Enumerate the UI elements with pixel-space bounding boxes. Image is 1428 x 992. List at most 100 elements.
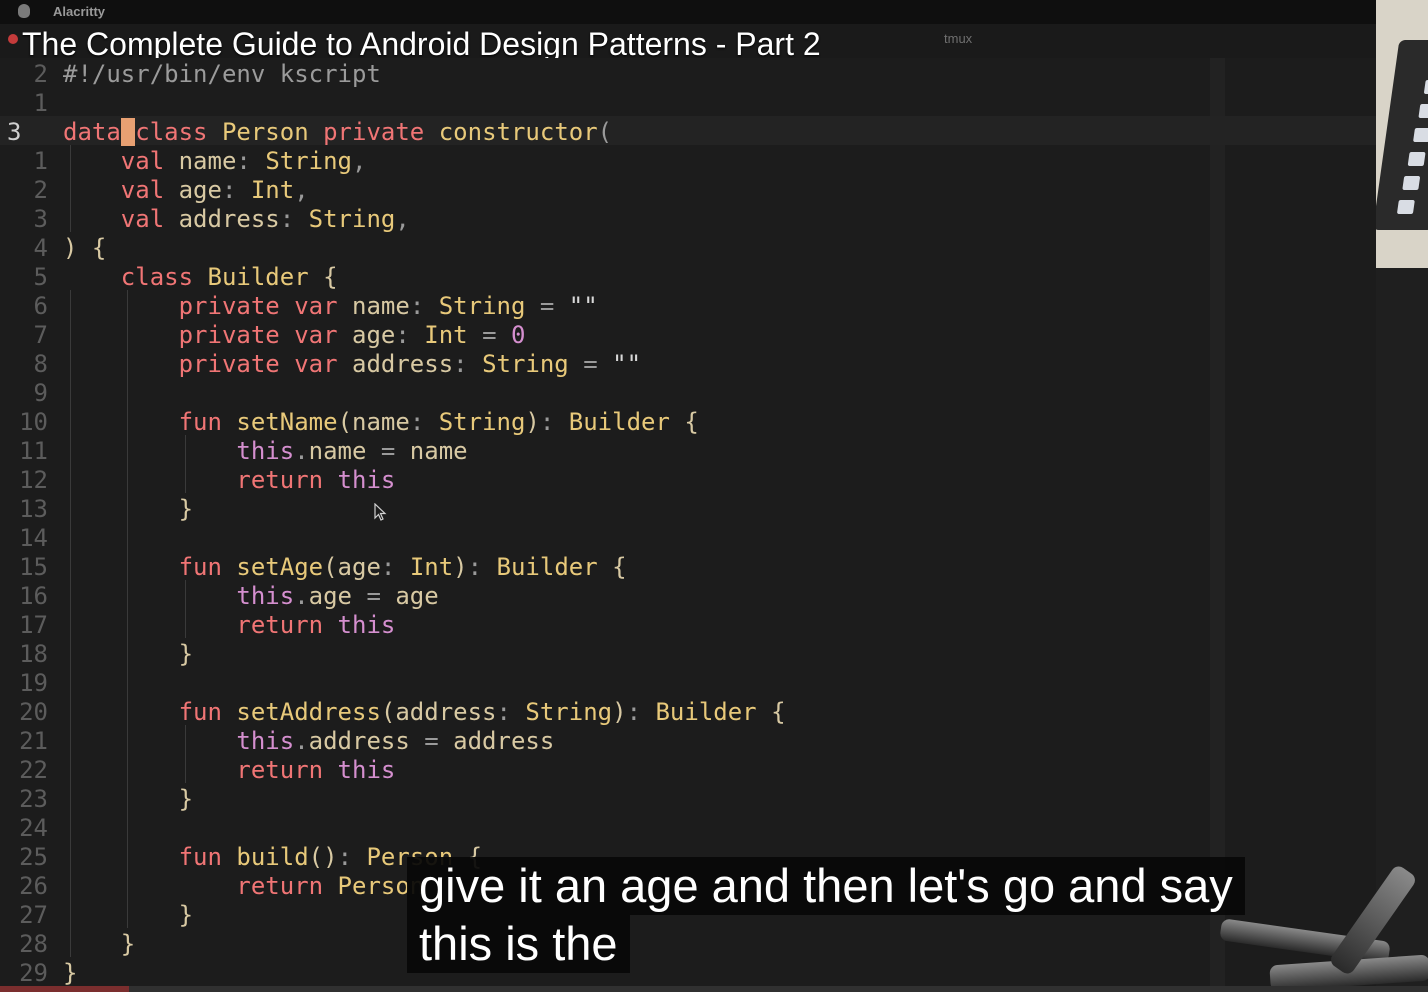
code-token: (address [380,698,497,726]
code-token: = [409,727,454,755]
code-line[interactable]: 18 } [0,640,1200,669]
code-token: , [294,176,309,204]
code-token: { [597,553,627,581]
code-line[interactable]: 14 [0,524,1200,553]
indent-guide [70,290,71,957]
indent-guide [185,725,186,783]
code-line[interactable]: 5 class Builder { [0,263,1200,292]
line-number: 20 [19,698,48,726]
code-token: this [337,611,396,639]
code-line[interactable]: 13 } [0,495,1200,524]
code-token: : [453,350,468,378]
code-line[interactable]: 2 val age: Int, [0,176,1200,205]
code-line[interactable]: 23 } [0,785,1200,814]
code-text[interactable]: } [63,901,193,930]
apple-logo-icon[interactable] [18,4,30,18]
code-line[interactable]: 24 [0,814,1200,843]
mouse-pointer-icon [374,503,387,521]
code-line[interactable]: 8 private var address: String = "" [0,350,1200,379]
code-text[interactable]: } [63,930,135,959]
code-token: = [568,350,613,378]
code-text[interactable]: this.age = age [63,582,438,611]
code-line[interactable]: 19 [0,669,1200,698]
code-line[interactable]: 9 [0,379,1200,408]
code-token: String [482,350,569,378]
code-text[interactable]: } [63,959,77,988]
code-line[interactable]: 16 this.age = age [0,582,1200,611]
code-line[interactable]: 12 return this [0,466,1200,495]
code-token: : [395,321,410,349]
code-text[interactable]: data class Person private constructor( [63,118,612,147]
code-token: val [120,147,165,175]
line-number: 6 [33,292,48,320]
code-line[interactable]: 10 fun setName(name: String): Builder { [0,408,1200,437]
caption-line-2: this is the [407,915,630,973]
code-text[interactable]: fun setAddress(address: String): Builder… [63,698,786,727]
code-token: { [308,263,338,291]
code-token: build [236,843,309,871]
code-text[interactable]: return Person [63,872,424,901]
code-text[interactable]: return this [63,466,395,495]
code-text[interactable]: private var address: String = "" [63,350,641,379]
code-token: (name [337,408,410,436]
code-token: var [294,321,338,349]
app-name[interactable]: Alacritty [53,4,105,19]
line-number: 7 [33,321,48,349]
code-token: constructor [438,118,598,146]
code-line[interactable]: 6 private var name: String = "" [0,292,1200,321]
code-text[interactable]: fun setName(name: String): Builder { [63,408,699,437]
code-text[interactable]: } [63,785,193,814]
line-number: 29 [19,959,48,987]
code-token: : [279,205,295,233]
code-line[interactable]: 1 [0,89,1200,118]
code-line[interactable]: 15 fun setAge(age: Int): Builder { [0,553,1200,582]
code-token: fun [178,698,222,726]
code-text[interactable]: class Builder { [63,263,338,292]
code-line[interactable]: 21 this.address = address [0,727,1200,756]
code-text[interactable]: this.name = name [63,437,467,466]
code-text[interactable]: val age: Int, [63,176,309,205]
code-line[interactable]: 22 return this [0,756,1200,785]
code-token: : [409,292,425,320]
code-line[interactable]: 20 fun setAddress(address: String): Buil… [0,698,1200,727]
code-token: Int [424,321,468,349]
code-line[interactable]: 2 #!/usr/bin/env kscript [0,60,1200,89]
code-line[interactable]: 7 private var age: Int = 0 [0,321,1200,350]
line-number: 24 [19,814,48,842]
code-text[interactable]: private var name: String = "" [63,292,598,321]
code-text[interactable]: val address: String, [63,205,410,234]
code-text[interactable]: return this [63,611,395,640]
line-number: 2 [33,176,48,204]
code-line[interactable]: 11 this.name = name [0,437,1200,466]
code-line[interactable]: 4) { [0,234,1200,263]
code-line[interactable]: 3 val address: String, [0,205,1200,234]
code-text[interactable]: val name: String, [63,147,367,176]
code-line[interactable]: 1 val name: String, [0,147,1200,176]
code-token: { [756,698,786,726]
code-token: Builder [568,408,670,436]
indent-guide [70,145,71,232]
line-number: 25 [19,843,48,871]
code-text[interactable]: #!/usr/bin/env kscript [63,60,381,89]
code-text[interactable]: } [63,640,193,669]
code-text[interactable]: ) { [63,234,106,263]
code-text[interactable]: fun setAge(age: Int): Builder { [63,553,627,582]
code-line[interactable]: 17 return this [0,611,1200,640]
code-line[interactable]: 3 data class Person private constructor( [0,118,1200,147]
code-text[interactable]: return this [63,756,395,785]
code-token: Builder [496,553,598,581]
code-token: name [164,147,237,175]
code-token: address [453,727,555,755]
line-number: 3 [33,205,48,233]
video-progress-bar[interactable] [0,986,1428,992]
code-text[interactable]: } [63,495,193,524]
code-text[interactable]: this.address = address [63,727,554,756]
code-text[interactable]: private var age: Int = 0 [63,321,526,350]
